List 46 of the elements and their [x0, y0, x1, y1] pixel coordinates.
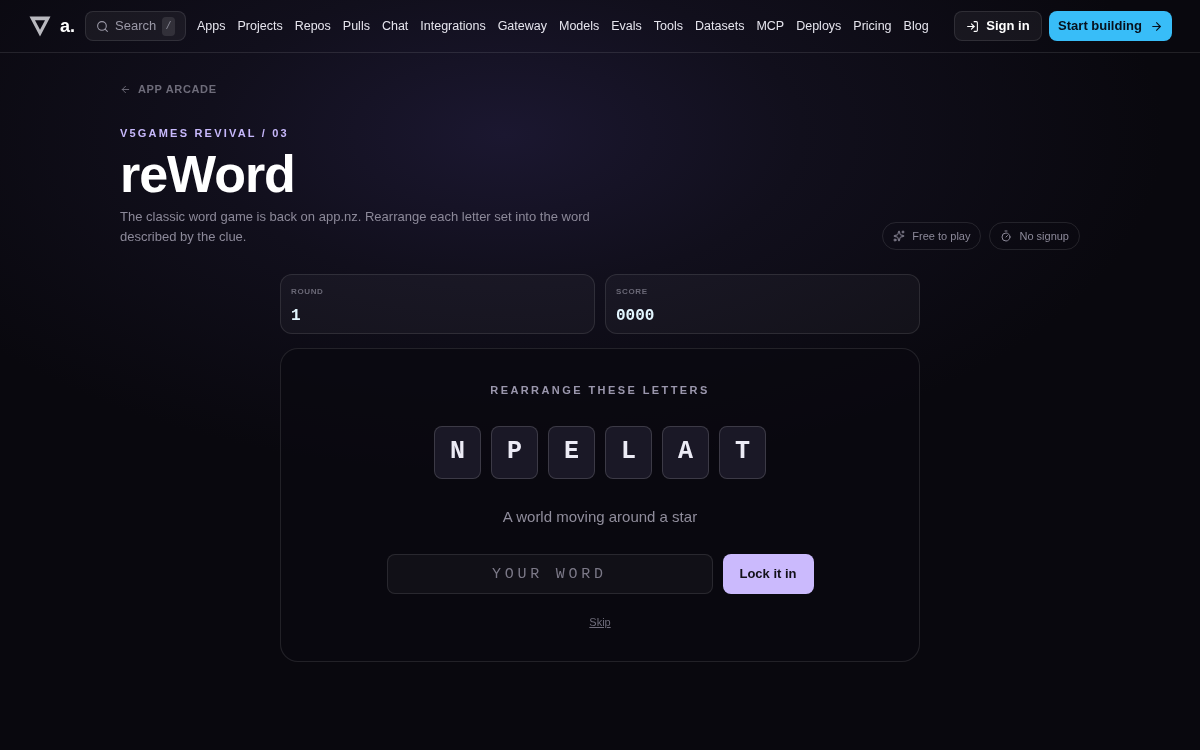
- letter-tile: P: [491, 425, 538, 479]
- nav-link[interactable]: Integrations: [420, 16, 486, 36]
- nav-link[interactable]: Tools: [653, 16, 684, 36]
- letter-tile: E: [548, 425, 595, 479]
- shortcut-key: /: [162, 16, 175, 36]
- stat-label: ROUND: [291, 286, 324, 298]
- nav-link[interactable]: Evals: [611, 16, 642, 36]
- nav-link[interactable]: Datasets: [695, 16, 745, 36]
- back-link[interactable]: APP ARCADE: [120, 81, 217, 98]
- nav-link[interactable]: Projects: [237, 16, 283, 36]
- page-description: The classic word game is back on app.nz. Rearrange each letter set into the word described by the clue.: [120, 208, 590, 246]
- lock-it-in-button[interactable]: Lock it in: [722, 554, 814, 594]
- stat-label: SCORE: [616, 286, 648, 298]
- nav-link[interactable]: Chat: [381, 16, 409, 36]
- sign-in-button[interactable]: Sign in: [954, 11, 1042, 41]
- nav-link[interactable]: Blog: [903, 16, 929, 36]
- game-heading: REARRANGE THESE LETTERS: [490, 383, 710, 398]
- brand-name[interactable]: a.: [60, 12, 75, 40]
- search-placeholder: Search: [115, 17, 157, 36]
- nav-link[interactable]: MCP: [756, 16, 785, 36]
- letter-tile: A: [662, 425, 709, 479]
- nav-link[interactable]: Deploys: [796, 16, 842, 36]
- arrow-left-icon: [120, 83, 131, 95]
- arrow-right-icon: [1149, 19, 1163, 33]
- stat-value: 1: [291, 306, 301, 327]
- sparkle-icon: [893, 230, 906, 242]
- page-title: reWord: [120, 145, 295, 203]
- start-building-button[interactable]: Start building: [1049, 11, 1172, 41]
- letter-tile: T: [719, 425, 766, 479]
- nav-link[interactable]: Pulls: [342, 16, 370, 36]
- nav-link[interactable]: Models: [559, 16, 600, 36]
- stat-value: 0000: [616, 306, 655, 327]
- nav-link[interactable]: Pricing: [853, 16, 892, 36]
- search-field[interactable]: Search /: [85, 11, 186, 41]
- letter-tile: N: [434, 425, 481, 479]
- letter-tile: L: [605, 425, 652, 479]
- nav-link[interactable]: Repos: [294, 16, 331, 36]
- skip-link[interactable]: Skip: [589, 614, 611, 631]
- logo-icon[interactable]: [28, 14, 52, 38]
- eyebrow-label: V5GAMES REVIVAL / 03: [120, 125, 289, 141]
- nav-link[interactable]: Apps: [197, 16, 226, 36]
- clue-text: A world moving around a star: [502, 506, 698, 527]
- nav-link[interactable]: Gateway: [497, 16, 547, 36]
- stopwatch-icon: [1000, 230, 1013, 242]
- search-icon: [96, 19, 109, 33]
- sign-in-icon: [966, 19, 980, 33]
